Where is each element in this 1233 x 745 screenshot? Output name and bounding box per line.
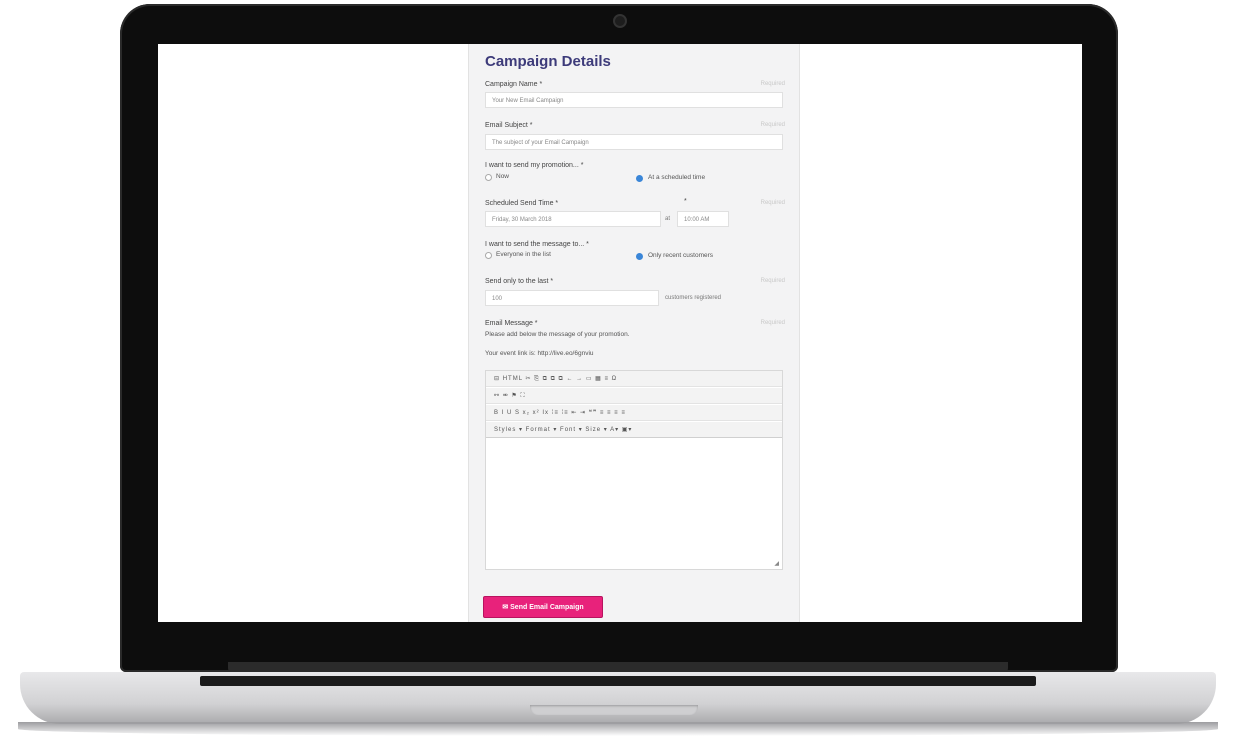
email-message-label: Email Message * bbox=[485, 320, 538, 327]
resize-handle-icon[interactable]: ◢ bbox=[774, 560, 779, 567]
editor-toolbar-row-4[interactable]: Styles ▾ Format ▾ Font ▾ Size ▾ A▾ ▣▾ bbox=[486, 422, 782, 438]
at-label: at bbox=[665, 216, 671, 222]
page-title: Campaign Details bbox=[485, 53, 611, 70]
send-last-input[interactable]: 100 bbox=[485, 290, 659, 306]
email-subject-required: Required bbox=[760, 122, 785, 128]
radio-recent-label: Only recent customers bbox=[648, 252, 714, 259]
event-link-text: Your event link is: http://live.eo/6gnvi… bbox=[485, 350, 594, 357]
scheduled-time-required: Required bbox=[760, 200, 785, 206]
scheduled-time-label: Scheduled Send Time * bbox=[485, 200, 559, 207]
time-asterisk: * bbox=[684, 198, 687, 205]
radio-everyone[interactable] bbox=[485, 252, 492, 259]
campaign-form: Campaign Details Campaign Name * Require… bbox=[468, 44, 800, 622]
laptop-screen: Campaign Details Campaign Name * Require… bbox=[158, 44, 1082, 622]
time-input[interactable]: 10:00 AM bbox=[677, 211, 729, 227]
email-message-required: Required bbox=[760, 320, 785, 326]
editor-toolbar-row-2[interactable]: ⚯ ⚮ ⚑ ⛶ bbox=[486, 388, 782, 404]
editor-toolbar-row-1[interactable]: ⊟ HTML ✂ ⎘ ⧉ ⧉ ⧉ ← → ▭ ▦ ≡ Ω bbox=[486, 371, 782, 387]
radio-now-label: Now bbox=[496, 173, 510, 180]
radio-now[interactable] bbox=[485, 174, 492, 181]
send-last-suffix: customers registered bbox=[665, 295, 722, 301]
editor-content-area[interactable] bbox=[486, 455, 782, 567]
laptop-notch bbox=[530, 705, 698, 715]
radio-scheduled[interactable] bbox=[636, 175, 643, 182]
radio-scheduled-label: At a scheduled time bbox=[648, 174, 706, 181]
email-message-hint: Please add below the message of your pro… bbox=[485, 331, 630, 338]
date-input[interactable]: Friday, 30 March 2018 bbox=[485, 211, 661, 227]
send-last-required: Required bbox=[760, 278, 785, 284]
radio-recent[interactable] bbox=[636, 253, 643, 260]
send-email-campaign-button[interactable]: ✉ Send Email Campaign bbox=[483, 596, 603, 618]
campaign-name-label: Campaign Name * bbox=[485, 81, 543, 88]
send-last-label: Send only to the last * bbox=[485, 278, 554, 285]
laptop-keyboard-edge bbox=[200, 676, 1036, 686]
rich-text-editor: ⊟ HTML ✂ ⎘ ⧉ ⧉ ⧉ ← → ▭ ▦ ≡ Ω ⚯ ⚮ ⚑ ⛶ B I… bbox=[485, 370, 783, 570]
campaign-name-input[interactable]: Your New Email Campaign bbox=[485, 92, 783, 108]
laptop-shadow bbox=[18, 722, 1218, 736]
campaign-name-required: Required bbox=[760, 81, 785, 87]
email-subject-input[interactable]: The subject of your Email Campaign bbox=[485, 134, 783, 150]
radio-everyone-label: Everyone in the list bbox=[496, 251, 551, 258]
editor-toolbar-row-3[interactable]: B I U S x₂ x² Ix ⁞≡ ⁞≡ ⇤ ⇥ ❝❞ ≡ ≡ ≡ ≡ bbox=[486, 405, 782, 421]
email-subject-label: Email Subject * bbox=[485, 122, 533, 129]
camera-icon bbox=[613, 14, 627, 28]
send-to-label: I want to send the message to... * bbox=[485, 241, 589, 248]
send-when-label: I want to send my promotion... * bbox=[485, 162, 584, 169]
